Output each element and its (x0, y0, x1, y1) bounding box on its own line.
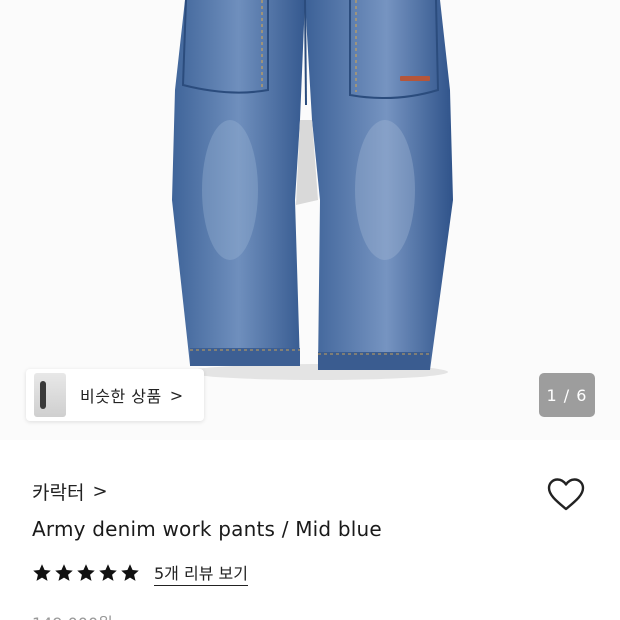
image-page-counter: 1 / 6 (539, 373, 595, 417)
chevron-right-icon: > (169, 385, 184, 405)
rating-row: 5개 리뷰 보기 (32, 560, 248, 586)
star-icon (77, 564, 95, 581)
similar-products-button[interactable]: 비슷한 상품 > (26, 369, 204, 421)
product-image-gallery[interactable]: 비슷한 상품 > 1 / 6 (0, 0, 620, 440)
star-icon (121, 564, 139, 581)
star-icon (55, 564, 73, 581)
review-link[interactable]: 5개 리뷰 보기 (154, 560, 248, 586)
brand-link[interactable]: 카락터 > (32, 478, 108, 505)
similar-product-thumbnail (34, 373, 66, 417)
product-title: Army denim work pants / Mid blue (32, 517, 382, 541)
original-price: 149,000원 (32, 610, 113, 620)
brand-name: 카락터 (32, 482, 85, 504)
similar-products-label: 비슷한 상품 (80, 387, 162, 406)
star-icon (33, 564, 51, 581)
wishlist-heart-button[interactable] (546, 476, 586, 516)
chevron-right-icon: > (92, 481, 108, 502)
rating-stars (32, 563, 142, 583)
heart-icon (547, 478, 585, 511)
star-icon (99, 564, 117, 581)
